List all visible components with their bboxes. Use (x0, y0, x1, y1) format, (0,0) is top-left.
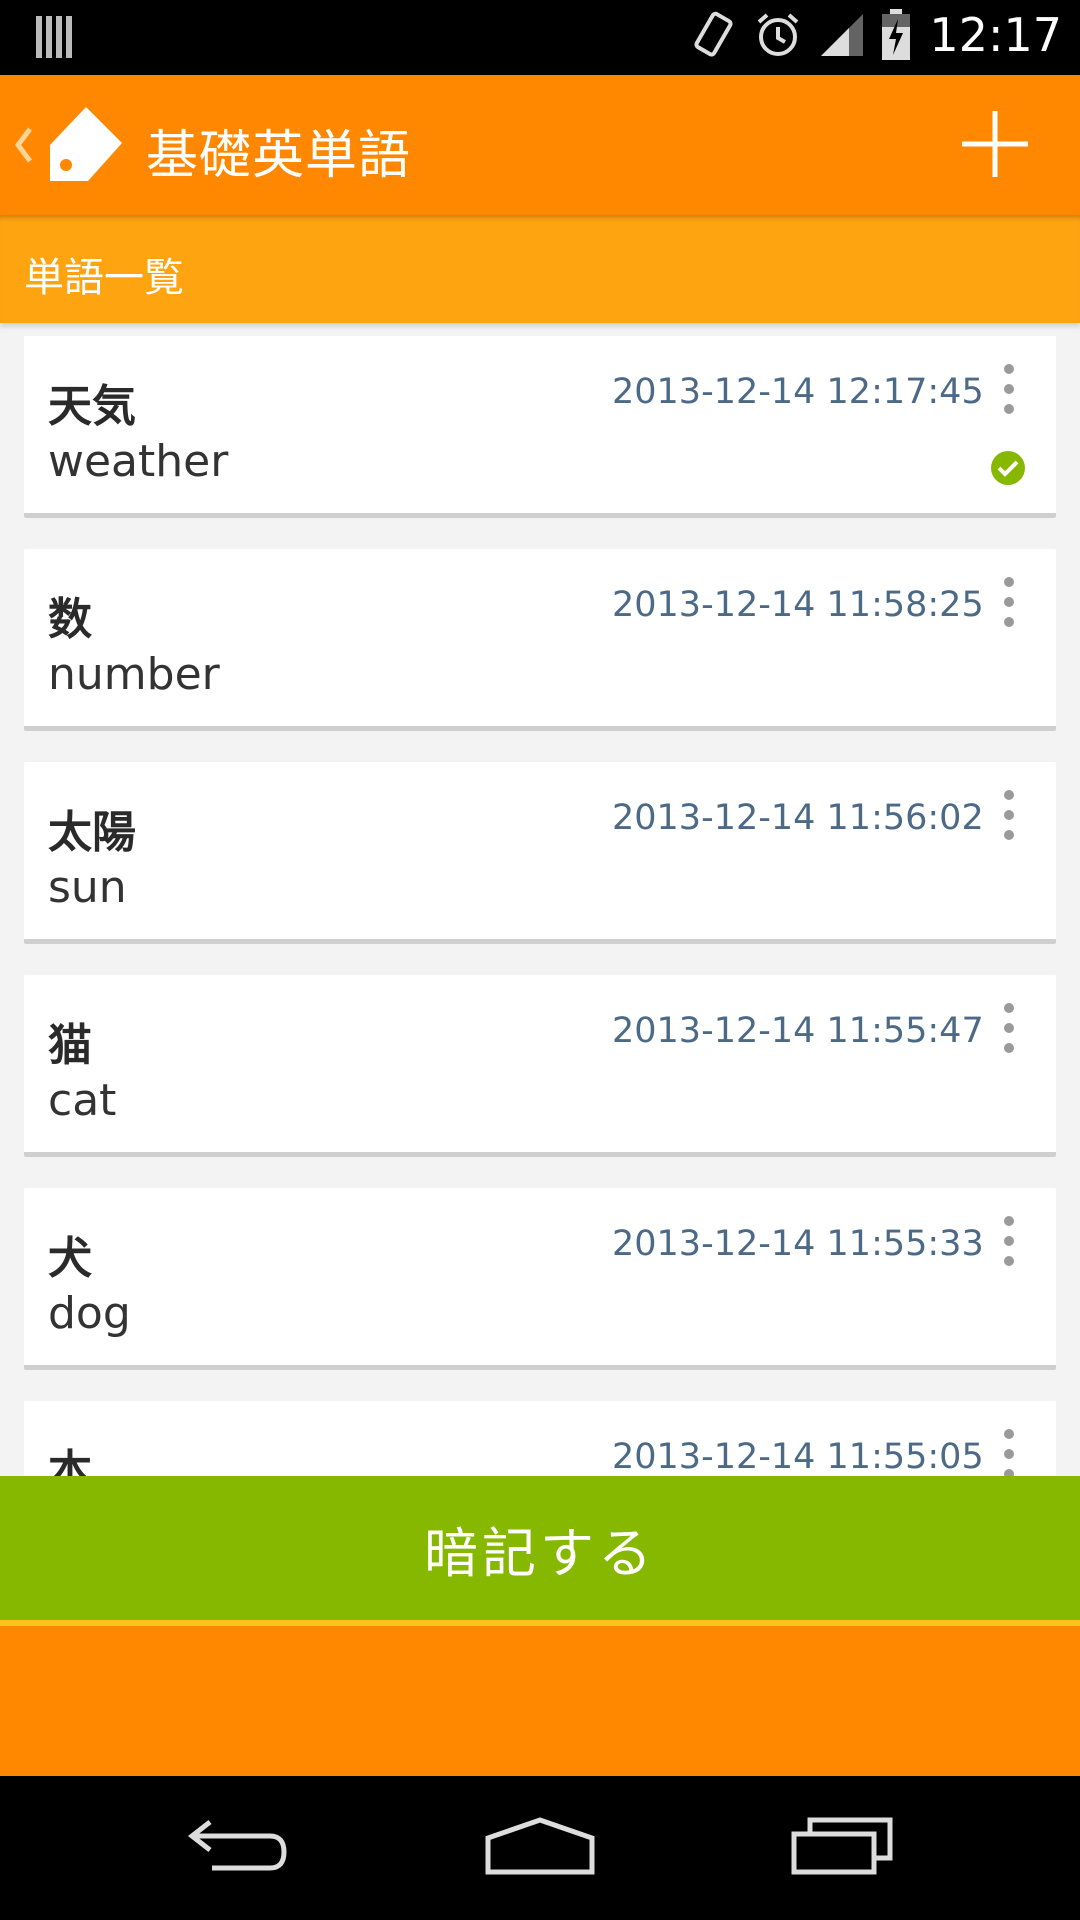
home-icon[interactable] (484, 1816, 596, 1880)
barcode-icon (36, 14, 76, 64)
word-english: number (48, 649, 220, 700)
recent-apps-icon[interactable] (790, 1816, 894, 1880)
add-button[interactable] (958, 107, 1032, 185)
section-title: 単語一覧 (24, 255, 184, 301)
vibrate-icon (689, 9, 737, 61)
word-japanese: 太陽 (48, 807, 136, 858)
clock: 12:17 (929, 8, 1062, 62)
word-japanese: 数 (48, 594, 92, 645)
word-card[interactable]: 太陽 sun 2013-12-14 11:56:02 (24, 762, 1056, 944)
word-timestamp: 2013-12-14 11:55:33 (612, 1224, 984, 1264)
word-card[interactable]: 本 2013-12-14 11:55:05 (24, 1401, 1056, 1476)
overflow-menu-icon[interactable] (1002, 790, 1016, 840)
word-japanese: 天気 (48, 381, 136, 432)
word-timestamp: 2013-12-14 11:58:25 (612, 585, 984, 625)
overflow-menu-icon[interactable] (1002, 577, 1016, 627)
overflow-menu-icon[interactable] (1002, 1003, 1016, 1053)
word-timestamp: 2013-12-14 11:55:47 (612, 1011, 984, 1051)
chevron-left-icon[interactable] (12, 125, 34, 169)
word-japanese: 猫 (48, 1020, 92, 1071)
tag-icon[interactable] (46, 105, 126, 189)
plus-icon (962, 111, 1028, 177)
word-card[interactable]: 犬 dog 2013-12-14 11:55:33 (24, 1188, 1056, 1370)
word-card[interactable]: 数 number 2013-12-14 11:58:25 (24, 549, 1056, 731)
word-japanese: 本 (48, 1446, 92, 1476)
battery-charging-icon (881, 9, 911, 61)
word-english: cat (48, 1075, 117, 1126)
word-japanese: 犬 (48, 1233, 92, 1284)
word-timestamp: 2013-12-14 12:17:45 (612, 372, 984, 412)
word-list[interactable]: 天気 weather 2013-12-14 12:17:45 数 number … (0, 330, 1080, 1476)
app-title: 基礎英単語 (146, 126, 412, 186)
word-card[interactable]: 天気 weather 2013-12-14 12:17:45 (24, 336, 1056, 518)
footer-area (0, 1626, 1080, 1776)
word-english: sun (48, 862, 127, 913)
signal-icon (819, 12, 865, 58)
status-bar: 12:17 (0, 0, 1080, 75)
action-bar: 基礎英単語 (0, 75, 1080, 215)
overflow-menu-icon[interactable] (1002, 1216, 1016, 1266)
navigation-bar (0, 1776, 1080, 1920)
word-english: dog (48, 1288, 131, 1339)
word-timestamp: 2013-12-14 11:55:05 (612, 1437, 984, 1476)
back-icon[interactable] (186, 1816, 290, 1880)
alarm-icon (753, 10, 803, 60)
overflow-menu-icon[interactable] (1002, 1429, 1016, 1476)
section-header: 単語一覧 (0, 215, 1080, 323)
overflow-menu-icon[interactable] (1002, 364, 1016, 414)
word-timestamp: 2013-12-14 11:56:02 (612, 798, 984, 838)
word-english: weather (48, 436, 229, 487)
word-card[interactable]: 猫 cat 2013-12-14 11:55:47 (24, 975, 1056, 1157)
check-icon (990, 450, 1026, 490)
memorize-button[interactable]: 暗記する (0, 1476, 1080, 1620)
